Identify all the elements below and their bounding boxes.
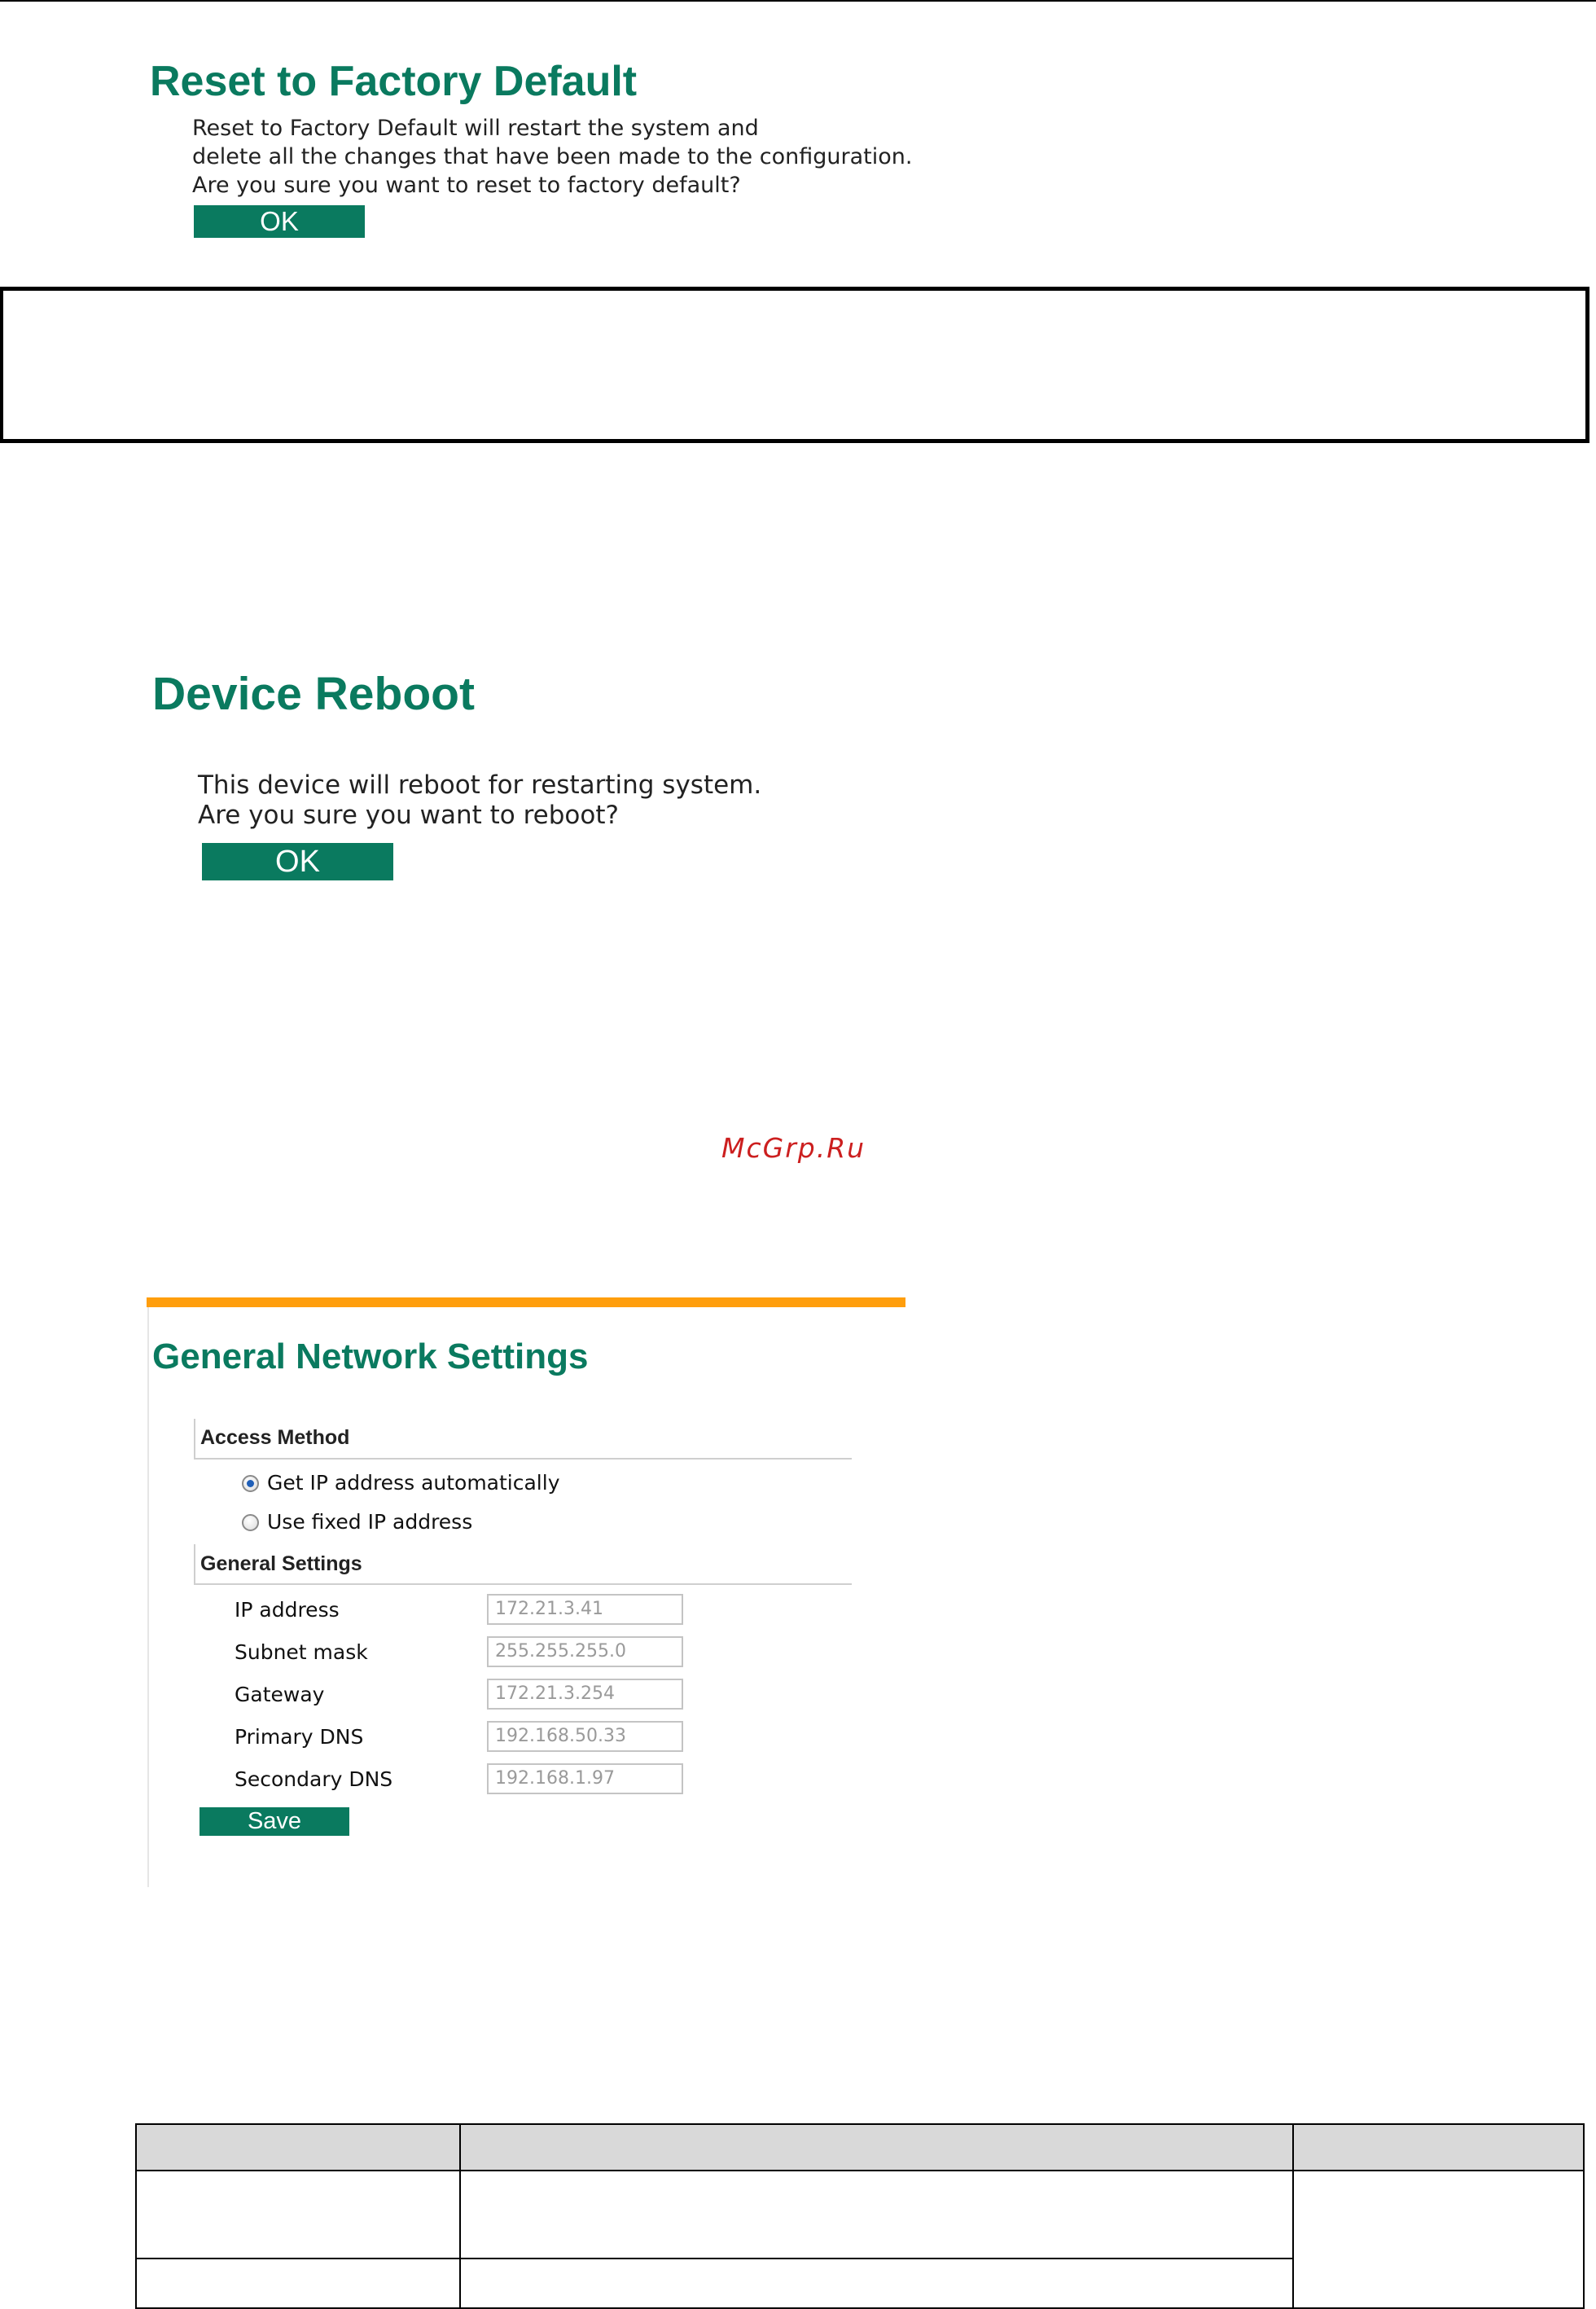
general-settings-header: General Settings xyxy=(200,1552,362,1575)
field-label-ip-address: IP address xyxy=(235,1598,340,1622)
device-reboot-message: This device will reboot for restarting s… xyxy=(198,770,761,831)
table-header-cell xyxy=(135,2123,461,2171)
reset-factory-line-2: delete all the changes that have been ma… xyxy=(192,144,913,169)
primary-dns-input[interactable]: 192.168.50.33 xyxy=(487,1721,683,1752)
network-settings-title-wrap: General Network Settings xyxy=(152,1339,588,1375)
ip-address-input[interactable]: 172.21.3.41 xyxy=(487,1594,683,1625)
table-cell xyxy=(135,2170,461,2259)
table-row xyxy=(135,2170,1585,2309)
field-label-secondary-dns: Secondary DNS xyxy=(235,1767,393,1791)
reset-factory-title: Reset to Factory Default xyxy=(150,58,638,105)
panel-left-border xyxy=(147,1307,149,1887)
option-label-use-fixed-ip: Use fixed IP address xyxy=(267,1510,473,1534)
access-method-header: Access Method xyxy=(200,1426,350,1449)
option-label-get-ip-auto: Get IP address automatically xyxy=(267,1471,560,1495)
general-settings-underline xyxy=(194,1583,852,1585)
subnet-mask-input[interactable]: 255.255.255.0 xyxy=(487,1636,683,1667)
field-label-subnet-mask: Subnet mask xyxy=(235,1640,368,1664)
device-reboot-ok-button[interactable]: OK xyxy=(202,843,393,880)
reset-factory-line-3: Are you sure you want to reset to factor… xyxy=(192,173,741,198)
table-cell xyxy=(459,2258,1294,2309)
network-settings-title: General Network Settings xyxy=(152,1337,589,1376)
device-reboot-title: Device Reboot xyxy=(152,668,475,720)
table-cell xyxy=(135,2258,461,2309)
table-cell xyxy=(459,2170,1294,2259)
table-header-cell xyxy=(459,2123,1294,2171)
table-header-cell xyxy=(1292,2123,1585,2171)
reset-factory-message: Reset to Factory Default will restart th… xyxy=(192,114,912,200)
radio-get-ip-auto[interactable] xyxy=(242,1475,259,1492)
table-cell xyxy=(1292,2170,1585,2309)
top-rule xyxy=(0,0,1596,2)
table-header-row xyxy=(135,2123,1585,2171)
radio-use-fixed-ip[interactable] xyxy=(242,1514,259,1531)
panel-accent-bar xyxy=(147,1297,905,1307)
field-label-gateway: Gateway xyxy=(235,1683,325,1706)
secondary-dns-input[interactable]: 192.168.1.97 xyxy=(487,1763,683,1794)
reset-factory-panel: Reset to Factory Default xyxy=(150,60,637,103)
general-settings-sideline xyxy=(194,1544,195,1585)
note-box xyxy=(0,287,1589,443)
reset-factory-line-1: Reset to Factory Default will restart th… xyxy=(192,116,759,141)
save-button[interactable]: Save xyxy=(200,1807,349,1836)
radio-unchecked-icon xyxy=(242,1514,259,1531)
field-label-primary-dns: Primary DNS xyxy=(235,1725,364,1749)
access-method-underline xyxy=(194,1458,852,1460)
watermark-text: McGrp.Ru xyxy=(721,1132,866,1164)
device-reboot-panel: Device Reboot xyxy=(152,671,475,718)
radio-checked-icon xyxy=(242,1475,259,1492)
doc-table xyxy=(135,2123,1585,2309)
device-reboot-line-1: This device will reboot for restarting s… xyxy=(198,770,762,800)
gateway-input[interactable]: 172.21.3.254 xyxy=(487,1679,683,1710)
device-reboot-line-2: Are you sure you want to reboot? xyxy=(198,801,619,830)
reset-factory-ok-button[interactable]: OK xyxy=(194,205,365,238)
access-method-sideline xyxy=(194,1419,195,1460)
